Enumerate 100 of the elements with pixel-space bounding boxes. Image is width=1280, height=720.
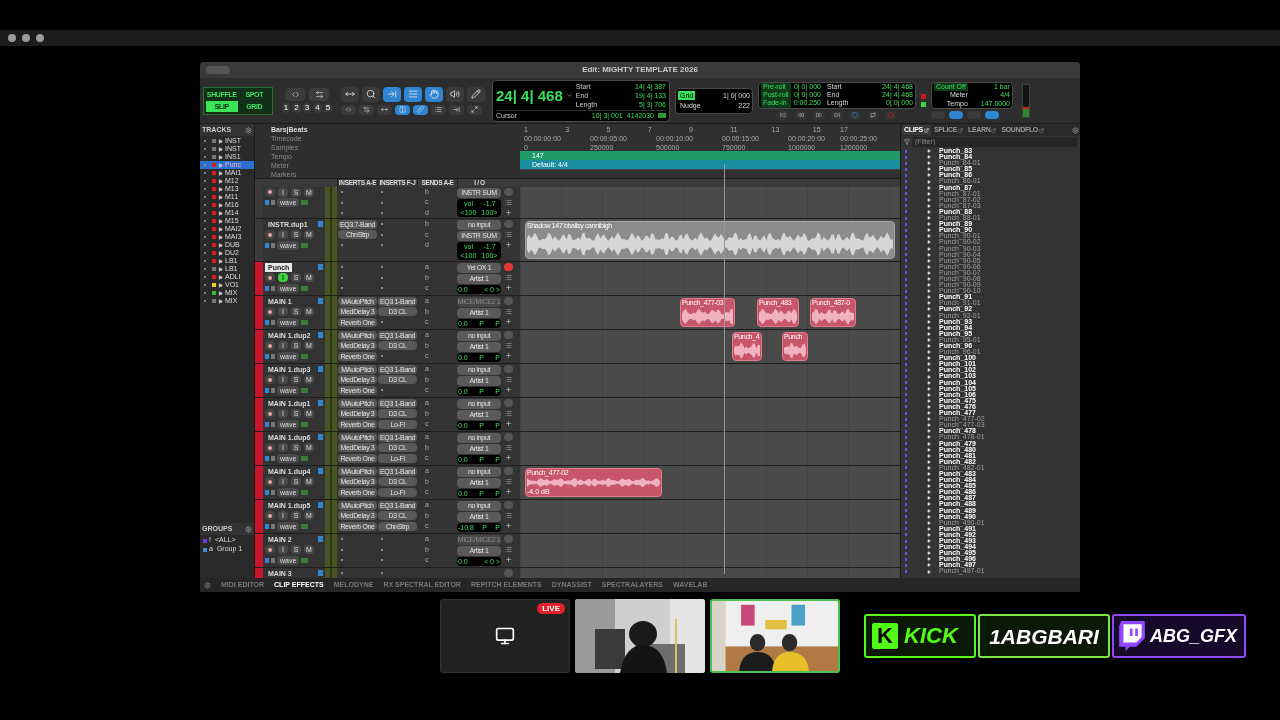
record-enable-button[interactable] <box>503 263 513 272</box>
live-badge: LIVE <box>537 603 565 614</box>
settings-icon <box>245 126 252 134</box>
zoom-in-button[interactable] <box>309 88 329 101</box>
loop-icon <box>870 112 876 118</box>
zoom-preset-button[interactable]: 5 <box>323 103 333 113</box>
zoom-out-button[interactable] <box>285 88 305 101</box>
option-button[interactable] <box>413 104 428 115</box>
add-icon <box>504 318 512 326</box>
rewind-to-start-icon <box>780 112 786 118</box>
list-icon <box>504 478 512 486</box>
list-icon <box>504 308 512 316</box>
option-button[interactable] <box>431 104 446 115</box>
sidebar-toggle-button[interactable] <box>206 66 230 74</box>
option-button[interactable] <box>467 104 482 115</box>
list-icon <box>504 342 512 350</box>
add-icon <box>504 522 512 530</box>
midi-option-button[interactable] <box>985 111 999 119</box>
record-arm-button[interactable] <box>265 273 275 283</box>
settings-icon <box>1072 126 1079 134</box>
zoom-preset-button[interactable]: 1 <box>281 103 291 113</box>
add-icon <box>504 454 512 462</box>
banner-text: 1ABGBARI <box>989 625 1099 647</box>
speaker-icon <box>450 89 460 99</box>
list-icon <box>504 410 512 418</box>
record-icon <box>268 232 272 237</box>
kick-logo: K <box>872 623 898 649</box>
option-button[interactable] <box>377 104 392 115</box>
add-icon <box>504 420 512 428</box>
tool-button[interactable] <box>425 86 443 102</box>
record-arm-button[interactable] <box>265 341 275 351</box>
waveform-drawing <box>682 307 733 327</box>
add-icon <box>504 386 512 394</box>
settings-icon <box>245 525 252 533</box>
option-button[interactable] <box>449 104 464 115</box>
twitch-logo-icon <box>1119 621 1145 651</box>
zoom-preset-button[interactable]: 3 <box>302 103 312 113</box>
zoom-preset-button[interactable]: 2 <box>292 103 301 113</box>
list-icon <box>504 274 512 282</box>
tool-button[interactable] <box>341 86 359 102</box>
filter-icon <box>904 139 910 145</box>
transport-button[interactable] <box>795 110 807 120</box>
screen-share-thumbnail[interactable]: LIVE <box>440 599 570 673</box>
popout-icon <box>923 127 929 133</box>
record-arm-button[interactable] <box>265 230 275 240</box>
settings-icon <box>204 581 211 589</box>
add-icon <box>504 209 512 216</box>
grab-icon <box>429 89 439 99</box>
add-icon <box>504 488 512 496</box>
transport-button[interactable] <box>777 110 789 120</box>
record-arm-button[interactable] <box>265 545 275 555</box>
add-icon <box>504 241 512 249</box>
add-icon <box>504 556 512 564</box>
tool-button[interactable] <box>404 86 422 102</box>
banner-text: KICK <box>904 625 958 647</box>
record-icon <box>268 513 272 518</box>
waveform-drawing <box>734 341 760 361</box>
record-icon <box>268 377 272 382</box>
transport-button[interactable] <box>831 110 843 120</box>
link-icon <box>417 106 424 113</box>
record-arm-button[interactable] <box>265 443 275 453</box>
waveform-drawing <box>812 307 854 327</box>
record-arm-button[interactable] <box>265 375 275 385</box>
option-button[interactable] <box>395 104 410 115</box>
record-arm-button[interactable] <box>265 187 275 197</box>
tool-button[interactable] <box>383 86 401 102</box>
go-to-end-icon <box>834 112 840 118</box>
record-icon <box>268 479 272 484</box>
record-icon <box>268 275 272 280</box>
option-button[interactable] <box>359 104 374 115</box>
transport-button[interactable] <box>867 110 879 120</box>
record-arm-button[interactable] <box>265 409 275 419</box>
main-counter: 24| 4| 468 <box>496 87 563 103</box>
record-arm-button[interactable] <box>265 307 275 317</box>
pencil-icon <box>471 89 481 99</box>
record-icon <box>268 547 272 552</box>
record-icon <box>268 309 272 314</box>
list-icon <box>504 444 512 452</box>
option-button[interactable] <box>341 104 356 115</box>
record-icon <box>268 190 272 195</box>
fast-forward-icon <box>816 112 822 118</box>
tool-button[interactable] <box>467 86 485 102</box>
waveform-drawing <box>759 307 797 327</box>
record-icon <box>268 445 272 450</box>
tool-button[interactable] <box>362 86 380 102</box>
caret-icon <box>565 91 573 99</box>
record-arm-button[interactable] <box>265 511 275 521</box>
banner-text: ABG_GFX <box>1150 627 1237 645</box>
add-icon <box>504 284 512 292</box>
zoom-preset-button[interactable]: 4 <box>313 103 322 113</box>
monitor-icon <box>495 626 515 646</box>
tool-button[interactable] <box>446 86 464 102</box>
rewind-icon <box>798 112 804 118</box>
popout-icon <box>958 127 964 133</box>
list-icon <box>504 376 512 384</box>
record-arm-button[interactable] <box>265 477 275 487</box>
midi-option-button[interactable] <box>949 111 963 119</box>
record-icon <box>888 112 894 118</box>
waveform-drawing <box>784 341 806 361</box>
transport-button[interactable] <box>813 110 825 120</box>
